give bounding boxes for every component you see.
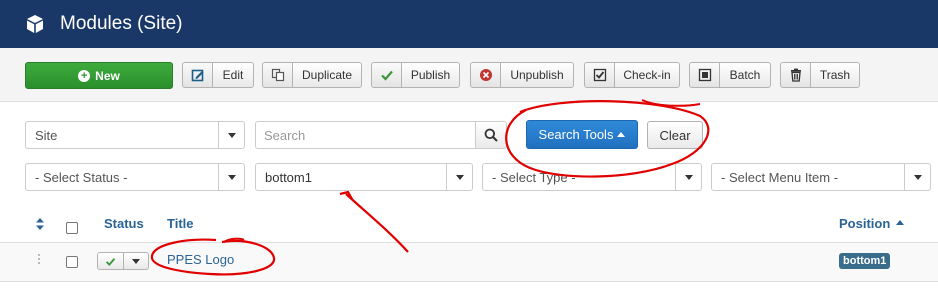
position-filter-select[interactable]: bottom1 [255, 163, 473, 191]
publish-label: Publish [410, 68, 451, 82]
arrow-head-annotation [339, 190, 353, 200]
batch-icon [690, 63, 720, 87]
checkin-label: Check-in [623, 68, 671, 82]
search-placeholder: Search [264, 128, 306, 143]
clear-label: Clear [659, 127, 691, 143]
unpublish-button[interactable]: Unpublish [470, 62, 574, 88]
type-filter-select[interactable]: - Select Type - [482, 163, 702, 191]
checkin-button[interactable]: Check-in [584, 62, 680, 88]
cube-icon [27, 15, 43, 33]
plus-icon: + [78, 69, 91, 82]
unpublish-label: Unpublish [510, 68, 564, 82]
chevron-down-icon [218, 164, 244, 190]
sort-icon[interactable] [36, 218, 44, 230]
status-dropdown-toggle[interactable] [124, 253, 148, 269]
check-icon [372, 63, 402, 87]
duplicate-label: Duplicate [301, 68, 353, 82]
status-filter-select[interactable]: - Select Status - [25, 163, 245, 191]
search-tools-button[interactable]: Search Tools [526, 120, 638, 149]
trash-button[interactable]: Trash [780, 62, 860, 88]
position-filter-value: bottom1 [265, 170, 312, 185]
edit-label: Edit [222, 68, 244, 82]
batch-button[interactable]: Batch [689, 62, 771, 88]
client-select[interactable]: Site [25, 121, 245, 149]
page-header: Modules (Site) [0, 0, 938, 48]
search-tools-label: Search Tools [538, 127, 614, 142]
sort-asc-icon [895, 220, 904, 225]
column-header-title[interactable]: Title [167, 216, 194, 231]
new-button-label: New [95, 68, 120, 83]
chevron-down-icon [446, 164, 472, 190]
edit-icon [183, 63, 213, 87]
status-toggle-group [97, 252, 149, 270]
module-title-link[interactable]: PPES Logo [167, 252, 234, 267]
caret-up-icon [617, 132, 626, 137]
page-title: Modules (Site) [60, 13, 183, 34]
publish-button[interactable]: Publish [371, 62, 460, 88]
column-header-position[interactable]: Position [839, 216, 904, 231]
search-input[interactable]: Search [255, 121, 475, 149]
checkin-icon [585, 63, 615, 87]
search-icon [484, 128, 498, 142]
chevron-down-icon [675, 164, 701, 190]
toolbar: + New Edit Duplicate Publish Unpublish C… [0, 48, 938, 102]
trash-label: Trash [819, 68, 851, 82]
copy-icon [263, 63, 293, 87]
status-filter-value: - Select Status - [35, 170, 128, 185]
row-checkbox[interactable] [66, 256, 78, 268]
trash-icon [781, 63, 811, 87]
column-header-status[interactable]: Status [104, 216, 144, 231]
chevron-down-icon [218, 122, 244, 148]
column-header-position-label: Position [839, 216, 891, 231]
unpublish-icon [471, 63, 501, 87]
chevron-down-icon [904, 164, 930, 190]
search-button[interactable] [475, 121, 507, 149]
check-icon [105, 257, 116, 266]
edit-button[interactable]: Edit [182, 62, 254, 88]
client-select-value: Site [35, 128, 58, 143]
drag-handle-icon[interactable] [38, 254, 42, 264]
batch-label: Batch [729, 68, 761, 82]
menu-item-filter-value: - Select Menu Item - [721, 170, 839, 185]
menu-item-filter-select[interactable]: - Select Menu Item - [711, 163, 931, 191]
new-button[interactable]: + New [25, 62, 173, 89]
position-badge: bottom1 [839, 253, 891, 269]
published-toggle[interactable] [98, 253, 124, 269]
clear-button[interactable]: Clear [647, 121, 703, 149]
duplicate-button[interactable]: Duplicate [262, 62, 362, 88]
type-filter-value: - Select Type - [492, 170, 576, 185]
select-all-checkbox[interactable] [66, 222, 78, 234]
